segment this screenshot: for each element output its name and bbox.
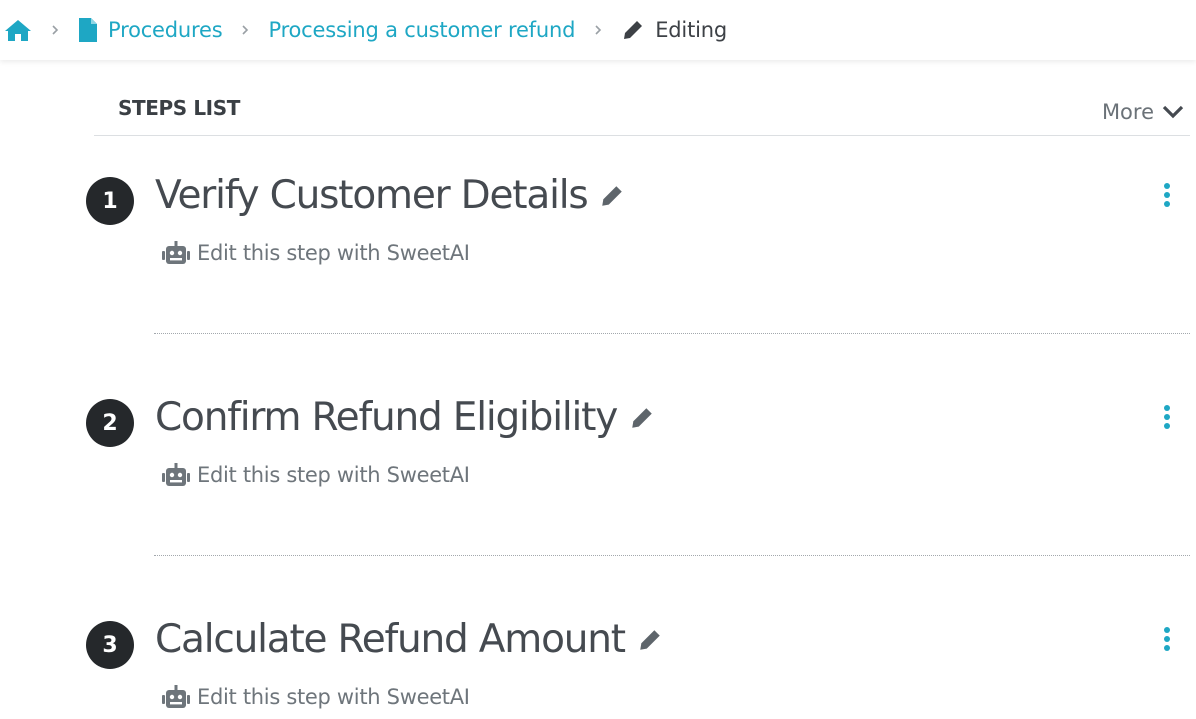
edit-with-ai-label: Edit this step with SweetAI: [197, 685, 470, 709]
document-icon: [78, 17, 98, 43]
edit-with-ai-label: Edit this step with SweetAI: [197, 463, 470, 487]
step-menu-icon[interactable]: [1157, 180, 1177, 210]
steps-list-header: STEPS LIST More: [94, 92, 1190, 136]
chevron-right-icon: [42, 24, 68, 36]
robot-icon: [162, 685, 190, 708]
steps-list-title: STEPS LIST: [118, 96, 240, 120]
chevron-right-icon: [585, 24, 611, 36]
edit-with-ai-link[interactable]: Edit this step with SweetAI: [161, 462, 470, 488]
pencil-icon[interactable]: [637, 627, 663, 653]
step-menu-icon[interactable]: [1157, 402, 1177, 432]
more-label: More: [1101, 100, 1154, 124]
step-title[interactable]: Verify Customer Details: [155, 173, 589, 218]
pencil-icon[interactable]: [599, 183, 625, 209]
chevron-right-icon: [232, 24, 258, 36]
robot-icon: [162, 241, 190, 264]
more-button[interactable]: More: [1102, 100, 1184, 124]
breadcrumb-current: Editing: [655, 18, 727, 42]
step-number-badge: 2: [86, 399, 134, 447]
edit-with-ai-link[interactable]: Edit this step with SweetAI: [161, 240, 470, 266]
pencil-icon[interactable]: [629, 405, 655, 431]
breadcrumb-procedures-link[interactable]: Procedures: [108, 18, 223, 42]
step-title[interactable]: Calculate Refund Amount: [155, 617, 626, 662]
edit-with-ai-link[interactable]: Edit this step with SweetAI: [161, 684, 470, 710]
step-menu-icon[interactable]: [1157, 624, 1177, 654]
step-divider: [154, 333, 1190, 334]
pencil-icon: [621, 18, 645, 42]
breadcrumb-procedure-link[interactable]: Processing a customer refund: [268, 18, 575, 42]
edit-with-ai-label: Edit this step with SweetAI: [197, 241, 470, 265]
step-number-badge: 1: [86, 177, 134, 225]
step-divider: [154, 555, 1190, 556]
robot-icon: [162, 463, 190, 486]
breadcrumb: Procedures Processing a customer refund …: [0, 0, 1196, 60]
step-number-badge: 3: [86, 621, 134, 669]
chevron-down-icon: [1162, 105, 1184, 119]
home-icon[interactable]: [4, 18, 32, 42]
step-title[interactable]: Confirm Refund Eligibility: [155, 395, 618, 440]
